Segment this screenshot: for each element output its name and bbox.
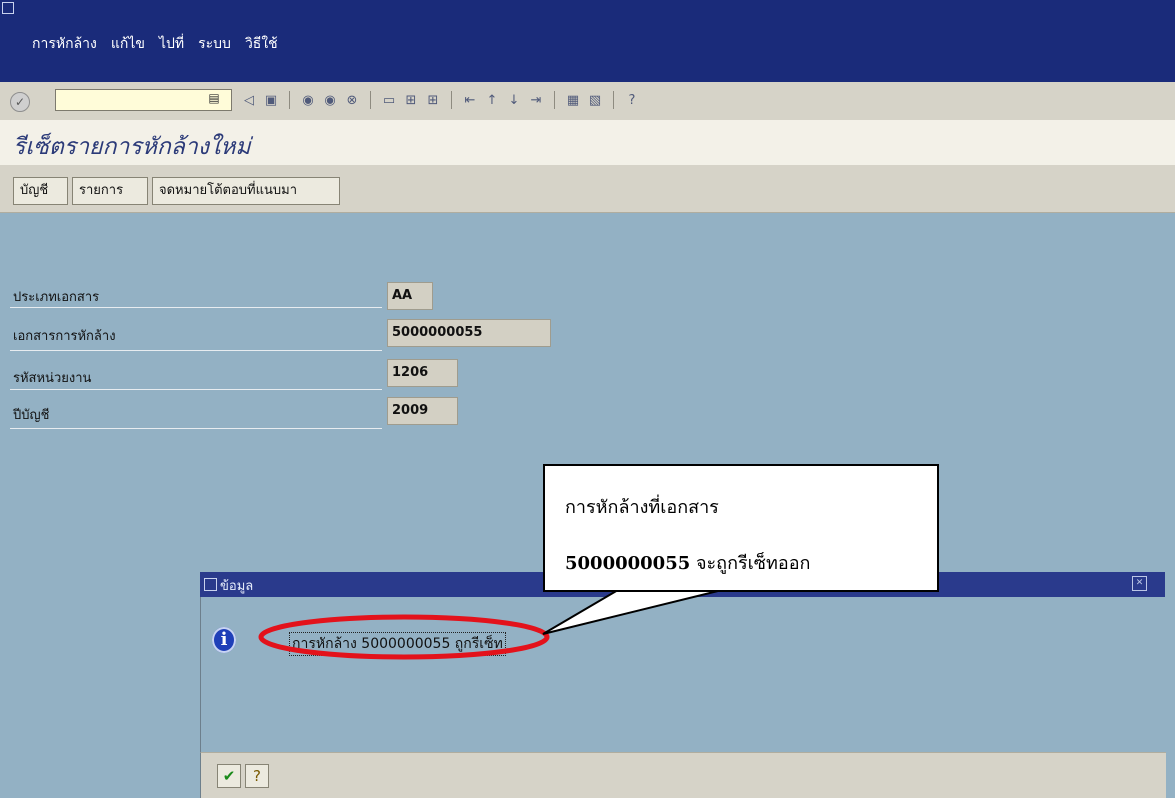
window-icon[interactable] (2, 2, 14, 14)
document-type-label: ประเภทเอกสาร (13, 290, 100, 305)
toolbar-separator (554, 91, 555, 109)
menu-item-system[interactable]: ระบบ (198, 33, 231, 55)
application-toolbar: บัญชี รายการ จดหมายโต้ตอบที่แนบมา (0, 165, 1175, 213)
toolbar-separator (370, 91, 371, 109)
callout-line1: การหักล้างที่เอกสาร (565, 497, 719, 518)
accounts-button[interactable]: บัญชี (13, 177, 68, 205)
exit-icon[interactable]: ◉ (321, 91, 339, 109)
page-title: รีเซ็ตรายการหักล้างใหม่ (13, 134, 251, 160)
menu-bar: การหักล้าง แก้ไข ไปที่ ระบบ วิธีใช้ (0, 0, 1175, 82)
clearing-document-label: เอกสารการหักล้าง (13, 329, 116, 344)
menu-item-edit[interactable]: แก้ไข (111, 33, 145, 55)
help-icon[interactable]: ? (623, 91, 641, 109)
window-icon (204, 578, 217, 591)
label-underline (10, 428, 382, 429)
fiscal-year-label: ปีบัญชี (13, 408, 50, 423)
dialog-footer: ✔ ? (200, 752, 1166, 798)
callout-line2: 5000000055 จะถูกรีเซ็ทออก (565, 548, 810, 577)
callout-document-number: 5000000055 (565, 553, 691, 574)
attached-correspondence-button[interactable]: จดหมายโต้ตอบที่แนบมา (152, 177, 340, 205)
toolbar-separator (451, 91, 452, 109)
last-page-icon[interactable]: ⇥ (527, 91, 545, 109)
command-field[interactable] (55, 89, 232, 111)
dialog-message: การหักล้าง 5000000055 ถูกรีเซ็ท (289, 632, 506, 656)
label-underline (10, 389, 382, 390)
print-icon[interactable]: ▭ (380, 91, 398, 109)
find-icon[interactable]: ⊞ (402, 91, 420, 109)
enter-icon[interactable]: ✓ (10, 92, 30, 112)
shortcut-icon[interactable]: ▧ (586, 91, 604, 109)
company-code-field[interactable]: 1206 (387, 359, 458, 387)
label-underline (10, 350, 382, 351)
document-type-field[interactable]: AA (387, 282, 433, 310)
company-code-label: รหัสหน่วยงาน (13, 371, 92, 386)
title-bar: รีเซ็ตรายการหักล้างใหม่ (0, 120, 1175, 165)
info-dialog: ข้อมูล ✕ i การหักล้าง 5000000055 ถูกรีเซ… (200, 572, 1166, 798)
fiscal-year-field[interactable]: 2009 (387, 397, 458, 425)
next-page-icon[interactable]: ↓ (505, 91, 523, 109)
save-icon[interactable]: ▣ (262, 91, 280, 109)
label-underline (10, 307, 382, 308)
toolbar-separator (613, 91, 614, 109)
info-icon: i (212, 627, 236, 653)
prev-page-icon[interactable]: ↑ (483, 91, 501, 109)
toolbar-icons: ◁ ▣ ◉ ◉ ⊗ ▭ ⊞ ⊞ ⇤ ↑ ↓ ⇥ ▦ ▧ ? (240, 91, 641, 109)
menu-item-clearing[interactable]: การหักล้าง (32, 33, 97, 55)
dialog-title: ข้อมูล (220, 579, 254, 594)
find-next-icon[interactable]: ⊞ (424, 91, 442, 109)
standard-toolbar: ✓ ▤ ◁ ▣ ◉ ◉ ⊗ ▭ ⊞ ⊞ ⇤ ↑ ↓ ⇥ ▦ ▧ ? (0, 82, 1175, 121)
toolbar-separator (289, 91, 290, 109)
command-history-icon[interactable]: ▤ (207, 91, 221, 109)
callout-box: การหักล้างที่เอกสาร 5000000055 จะถูกรีเซ… (543, 464, 939, 592)
menu-items: การหักล้าง แก้ไข ไปที่ ระบบ วิธีใช้ (32, 33, 278, 55)
dialog-body: i การหักล้าง 5000000055 ถูกรีเซ็ท (200, 597, 1166, 752)
callout-line2-text: จะถูกรีเซ็ทออก (690, 553, 811, 574)
help-button[interactable]: ? (245, 764, 269, 788)
close-icon[interactable]: ✕ (1132, 576, 1147, 591)
clearing-document-field[interactable]: 5000000055 (387, 319, 551, 347)
first-page-icon[interactable]: ⇤ (461, 91, 479, 109)
items-button[interactable]: รายการ (72, 177, 148, 205)
confirm-button[interactable]: ✔ (217, 764, 241, 788)
menu-item-goto[interactable]: ไปที่ (159, 33, 184, 55)
create-session-icon[interactable]: ▦ (564, 91, 582, 109)
green-back-icon[interactable]: ◉ (299, 91, 317, 109)
cancel-icon[interactable]: ⊗ (343, 91, 361, 109)
menu-item-help[interactable]: วิธีใช้ (245, 33, 278, 55)
back-icon[interactable]: ◁ (240, 91, 258, 109)
